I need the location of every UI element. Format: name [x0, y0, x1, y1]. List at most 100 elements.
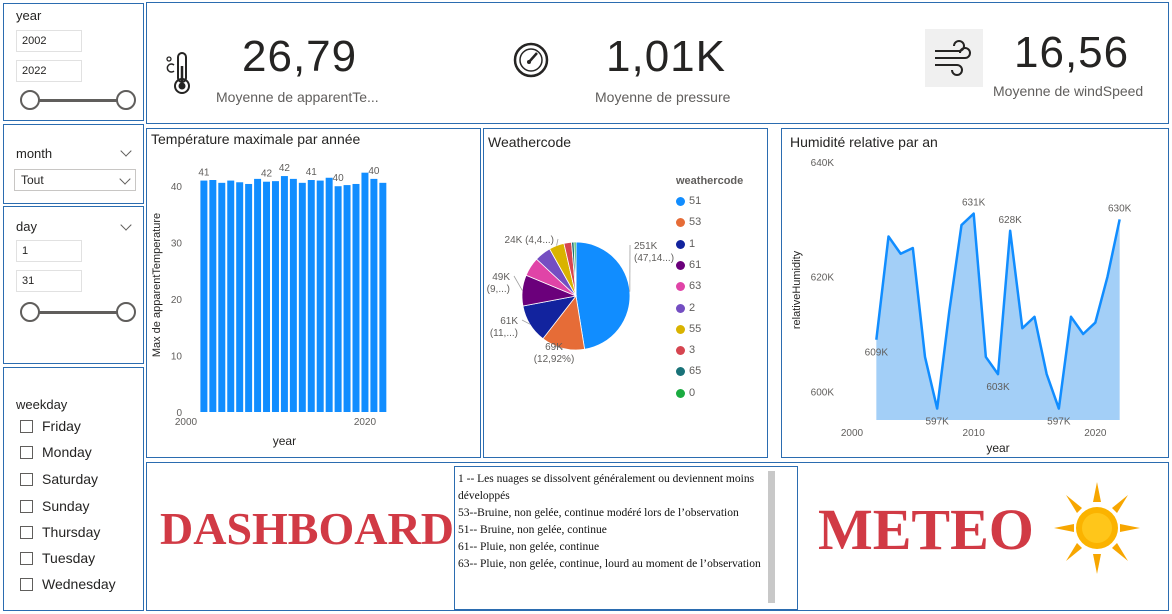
month-dropdown-value: Tout [21, 173, 44, 187]
checkbox[interactable] [20, 420, 33, 433]
year-to-input[interactable]: 2022 [16, 60, 82, 82]
x-tick-label: 2020 [1084, 428, 1107, 439]
temperature-bar-chart[interactable]: 01020304041 4242 4140402000 2020yearMax de … [146, 150, 480, 456]
weathercode-pie-chart[interactable]: 251K(47,14...) 69K(12,92%) 61K(11,...) 49K(… [484, 150, 674, 456]
data-label: 631K [962, 198, 986, 209]
y-tick-label: 10 [171, 352, 183, 363]
checkbox[interactable] [20, 446, 33, 459]
collapse-chevron-icon[interactable] [120, 219, 132, 231]
y-tick-label: 40 [171, 182, 183, 193]
bar [271, 181, 279, 412]
bar [307, 180, 315, 412]
day-slicer: day 1 31 [3, 206, 144, 364]
leader-line [556, 238, 559, 246]
checkbox[interactable] [20, 578, 33, 591]
humidity-area-chart[interactable]: 600K 620K 640K 609K 597K 631K 603K 628K 597K 630K… [782, 150, 1168, 456]
slice-label: (47,14...) [634, 253, 674, 264]
bar [325, 177, 333, 412]
data-label: 40 [368, 166, 380, 177]
slice-label: (9,...) [487, 284, 510, 295]
legend-swatch [676, 239, 685, 249]
x-axis-title: year [986, 441, 1009, 455]
legend-title: weathercode [676, 175, 744, 187]
note-line: 61-- Pluie, non gelée, continue [458, 541, 600, 553]
month-slicer-title: month [16, 146, 53, 161]
day-from-input[interactable]: 1 [16, 240, 82, 262]
year-slider-track[interactable] [30, 99, 126, 102]
bar [254, 178, 262, 412]
data-label: 630K [1108, 203, 1132, 214]
thermometer-icon [166, 52, 190, 94]
kpi-pressure-value: 1,01K [606, 32, 726, 81]
bar [370, 178, 378, 412]
y-tick-label: 600K [811, 387, 835, 398]
weekday-slicer-title: weekday [16, 397, 68, 412]
data-label: 603K [986, 382, 1010, 393]
bar [245, 183, 253, 412]
bar [209, 180, 217, 412]
card-title: Humidité relative par an [790, 134, 938, 150]
y-tick-label: 30 [171, 239, 183, 250]
slice-label: 61K [500, 316, 518, 327]
bar [361, 172, 369, 412]
checkbox[interactable] [20, 552, 33, 565]
year-slicer: year 2002 2022 [3, 3, 144, 121]
day-to-input[interactable]: 31 [16, 270, 82, 292]
x-tick-label: 2010 [963, 428, 986, 439]
day-slider-min-handle[interactable] [20, 302, 40, 322]
slice-label: 69K [545, 342, 563, 353]
year-slider-max-handle[interactable] [116, 90, 136, 110]
data-label: 597K [925, 417, 949, 428]
slice-label: 49K [492, 272, 510, 283]
month-dropdown[interactable]: Tout [14, 169, 136, 191]
day-slider-track[interactable] [30, 311, 126, 314]
checkbox[interactable] [20, 526, 33, 539]
year-slider-min-handle[interactable] [20, 90, 40, 110]
legend-label: 2 [689, 301, 696, 314]
legend-label: 3 [689, 344, 696, 357]
checkbox[interactable] [20, 500, 33, 513]
data-label: 609K [865, 348, 889, 359]
data-label: 42 [279, 163, 291, 174]
kpi-wind-label: Moyenne de windSpeed [993, 83, 1144, 99]
weathercode-notes: 1 -- Les nuages se dissolvent généraleme… [454, 466, 798, 610]
pressure-gauge-icon [513, 42, 549, 78]
legend-swatch [676, 388, 685, 398]
y-tick-label: 20 [171, 295, 183, 306]
data-label: 40 [333, 173, 345, 184]
y-axis-title: relativeHumidity [791, 250, 803, 329]
bar [289, 178, 297, 412]
bar [200, 180, 208, 412]
bar [379, 182, 387, 412]
year-from-input[interactable]: 2002 [16, 30, 82, 52]
note-line: 53--Bruine, non gelée, continue modéré l… [458, 507, 739, 519]
bar [280, 176, 288, 412]
legend-swatch [676, 260, 685, 270]
bar [236, 182, 244, 412]
notes-scrollbar[interactable] [768, 471, 775, 603]
checkbox[interactable] [20, 473, 33, 486]
day-slider-max-handle[interactable] [116, 302, 136, 322]
data-label: 41 [306, 167, 318, 178]
bar [352, 183, 360, 412]
legend-label: 53 [689, 216, 702, 229]
legend-label: 1 [689, 237, 696, 250]
slice-label: 251K [634, 241, 658, 252]
collapse-chevron-icon[interactable] [120, 145, 132, 157]
legend-label: 55 [689, 322, 702, 335]
legend-label: 51 [689, 195, 702, 207]
legend-swatch [676, 303, 685, 313]
weekday-slicer: weekday Friday Monday Saturday Sunday Th… [3, 367, 144, 611]
day-slicer-title: day [16, 219, 37, 234]
legend-label: 61 [689, 258, 702, 271]
wind-icon [925, 29, 983, 87]
sun-icon [1054, 482, 1140, 574]
slice-label: 24K (4,4...) [505, 235, 554, 246]
x-tick-label: 2020 [354, 417, 377, 428]
bar [218, 182, 226, 412]
x-tick-label: 2000 [841, 428, 864, 439]
kpi-wind-value: 16,56 [1014, 28, 1130, 77]
bar [316, 180, 324, 412]
legend-label: 65 [689, 365, 702, 378]
x-tick-label: 2000 [175, 417, 198, 428]
